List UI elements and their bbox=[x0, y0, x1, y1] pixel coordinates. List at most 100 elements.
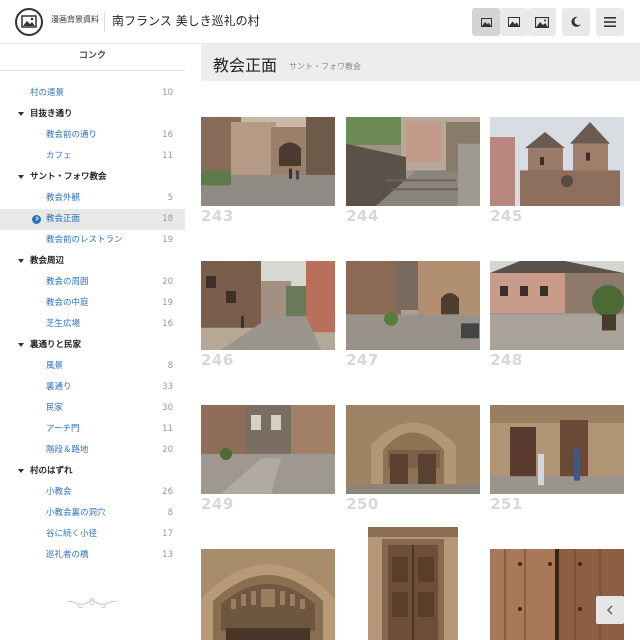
sidebar-item[interactable]: 村の遠景 10 bbox=[0, 83, 185, 104]
photo-number: 243 bbox=[201, 207, 234, 225]
photo-thumbnail[interactable] bbox=[490, 549, 624, 640]
sidebar-group[interactable]: サント・フォワ教会 bbox=[0, 167, 185, 188]
sidebar-item[interactable]: 裏通り 33 bbox=[0, 377, 185, 398]
menu-button[interactable] bbox=[596, 8, 624, 36]
site-title[interactable]: 南フランス 美しき巡礼の村 bbox=[112, 12, 260, 29]
sidebar-item[interactable]: 民家 30 bbox=[0, 398, 185, 419]
sidebar-item-label: 教会外観 bbox=[46, 193, 81, 203]
chevron-left-icon bbox=[606, 605, 613, 615]
sidebar-item[interactable]: 教会外観 5 bbox=[0, 188, 185, 209]
photo-thumbnail[interactable] bbox=[201, 405, 335, 494]
sidebar-item-label: 教会周辺 bbox=[30, 256, 65, 266]
sidebar-item-label: カフェ bbox=[46, 151, 72, 161]
sidebar-item-count: 8 bbox=[167, 361, 173, 371]
sidebar-item-label: 民家 bbox=[46, 403, 64, 413]
sidebar-item[interactable]: 巡礼者の橋 13 bbox=[0, 545, 185, 566]
sidebar-item[interactable]: 教会前の通り 16 bbox=[0, 125, 185, 146]
photo-thumbnail[interactable] bbox=[201, 261, 335, 350]
sidebar-item[interactable]: 教会の中庭 19 bbox=[0, 293, 185, 314]
view-medium-button[interactable] bbox=[500, 8, 528, 36]
sidebar-item[interactable]: 風景 8 bbox=[0, 356, 185, 377]
sidebar-group[interactable]: 裏通りと民家 bbox=[0, 335, 185, 356]
image-small-icon bbox=[480, 17, 492, 27]
sidebar-item[interactable]: カフェ 11 bbox=[0, 146, 185, 167]
view-small-button[interactable] bbox=[472, 8, 500, 36]
photo-thumbnail[interactable] bbox=[490, 117, 624, 206]
caret-down-icon bbox=[18, 175, 24, 179]
sidebar-item-label: アーチ門 bbox=[46, 424, 80, 434]
sidebar-item-count: 10 bbox=[162, 88, 173, 98]
logo-icon[interactable] bbox=[15, 8, 43, 36]
sidebar-group[interactable]: 村のはずれ bbox=[0, 461, 185, 482]
photo-thumbnail[interactable] bbox=[346, 117, 480, 206]
ornament-icon bbox=[66, 597, 118, 608]
page-title: 教会正面 bbox=[213, 56, 278, 75]
sidebar-item-label: 階段＆路地 bbox=[46, 445, 89, 455]
photo-thumbnail[interactable] bbox=[368, 527, 458, 640]
sidebar-item-count: 19 bbox=[162, 298, 173, 308]
sidebar-item[interactable]: 教会正面 18 bbox=[0, 209, 185, 230]
sidebar-item-label: 教会正面 bbox=[46, 214, 81, 224]
view-large-button[interactable] bbox=[528, 8, 556, 36]
sidebar-item[interactable]: 谷に続く小径 17 bbox=[0, 524, 185, 545]
sidebar-item-count: 19 bbox=[162, 235, 173, 245]
photo-number: 244 bbox=[346, 207, 379, 225]
sidebar-item-count: 18 bbox=[162, 214, 173, 224]
caret-down-icon bbox=[18, 259, 24, 263]
sidebar-item-count: 20 bbox=[162, 445, 173, 455]
caret-down-icon bbox=[18, 469, 24, 473]
page-subtitle: サント・フォワ教会 bbox=[289, 62, 361, 71]
photo-thumbnail[interactable] bbox=[201, 549, 335, 640]
photo-thumbnail[interactable] bbox=[201, 117, 335, 206]
photo-thumbnail[interactable] bbox=[490, 405, 624, 494]
sidebar-item-label: 裏通り bbox=[46, 382, 72, 392]
sidebar-group[interactable]: 教会周辺 bbox=[0, 251, 185, 272]
sidebar-item-label: 教会前の通り bbox=[46, 130, 98, 140]
sidebar-item-label: 谷に続く小径 bbox=[46, 529, 98, 539]
sidebar-group[interactable]: 目抜き通り bbox=[0, 104, 185, 125]
photo-thumbnail[interactable] bbox=[346, 405, 480, 494]
sidebar-item[interactable]: 階段＆路地 20 bbox=[0, 440, 185, 461]
page-header: 教会正面 サント・フォワ教会 bbox=[201, 44, 640, 81]
sidebar-item-label: 目抜き通り bbox=[30, 109, 73, 119]
sidebar-item-label: 芝生広場 bbox=[46, 319, 81, 329]
sidebar-item-count: 13 bbox=[162, 550, 173, 560]
caret-down-icon bbox=[18, 343, 24, 347]
dark-mode-button[interactable] bbox=[562, 8, 590, 36]
sidebar-item-label: 巡礼者の橋 bbox=[46, 550, 89, 560]
photo-number: 245 bbox=[490, 207, 523, 225]
sidebar-item[interactable]: 小教会 26 bbox=[0, 482, 185, 503]
sidebar-item-count: 33 bbox=[162, 382, 173, 392]
sidebar-item-label: 風景 bbox=[46, 361, 64, 371]
sidebar-item-count: 16 bbox=[162, 130, 173, 140]
sidebar-item-count: 30 bbox=[162, 403, 173, 413]
prev-button[interactable] bbox=[596, 596, 624, 624]
sidebar: コンク 村の遠景 10 目抜き通り 教会前の通り 16 カフェ 11 サント・フォワ教会 教会外… bbox=[0, 44, 185, 640]
photo-thumbnail[interactable] bbox=[490, 261, 624, 350]
photo-thumbnail[interactable] bbox=[346, 261, 480, 350]
sidebar-item-count: 16 bbox=[162, 319, 173, 329]
selected-arrow-icon bbox=[32, 215, 41, 224]
sidebar-item[interactable]: アーチ門 11 bbox=[0, 419, 185, 440]
sidebar-item-count: 17 bbox=[162, 529, 173, 539]
sidebar-item-count: 11 bbox=[162, 424, 173, 434]
sidebar-item-label: 小教会 bbox=[46, 487, 72, 497]
sidebar-item[interactable]: 教会前のレストラン 19 bbox=[0, 230, 185, 251]
moon-icon bbox=[571, 16, 581, 27]
menu-icon bbox=[604, 17, 616, 27]
photo-number: 249 bbox=[201, 495, 234, 513]
header-divider bbox=[104, 12, 105, 32]
sidebar-item-label: 教会の中庭 bbox=[46, 298, 89, 308]
photo-number: 247 bbox=[346, 351, 379, 369]
brand-name[interactable]: 漫画背景資料 bbox=[51, 14, 99, 25]
sidebar-item-label: 教会の周囲 bbox=[46, 277, 89, 287]
caret-down-icon bbox=[18, 112, 24, 116]
photo-number: 251 bbox=[490, 495, 523, 513]
sidebar-item[interactable]: 小教会裏の洞穴 8 bbox=[0, 503, 185, 524]
sidebar-item-label: 村の遠景 bbox=[30, 88, 65, 98]
sidebar-item[interactable]: 芝生広場 16 bbox=[0, 314, 185, 335]
photo-number: 248 bbox=[490, 351, 523, 369]
image-large-icon bbox=[535, 16, 549, 28]
sidebar-item[interactable]: 教会の周囲 20 bbox=[0, 272, 185, 293]
photo-number: 250 bbox=[346, 495, 379, 513]
